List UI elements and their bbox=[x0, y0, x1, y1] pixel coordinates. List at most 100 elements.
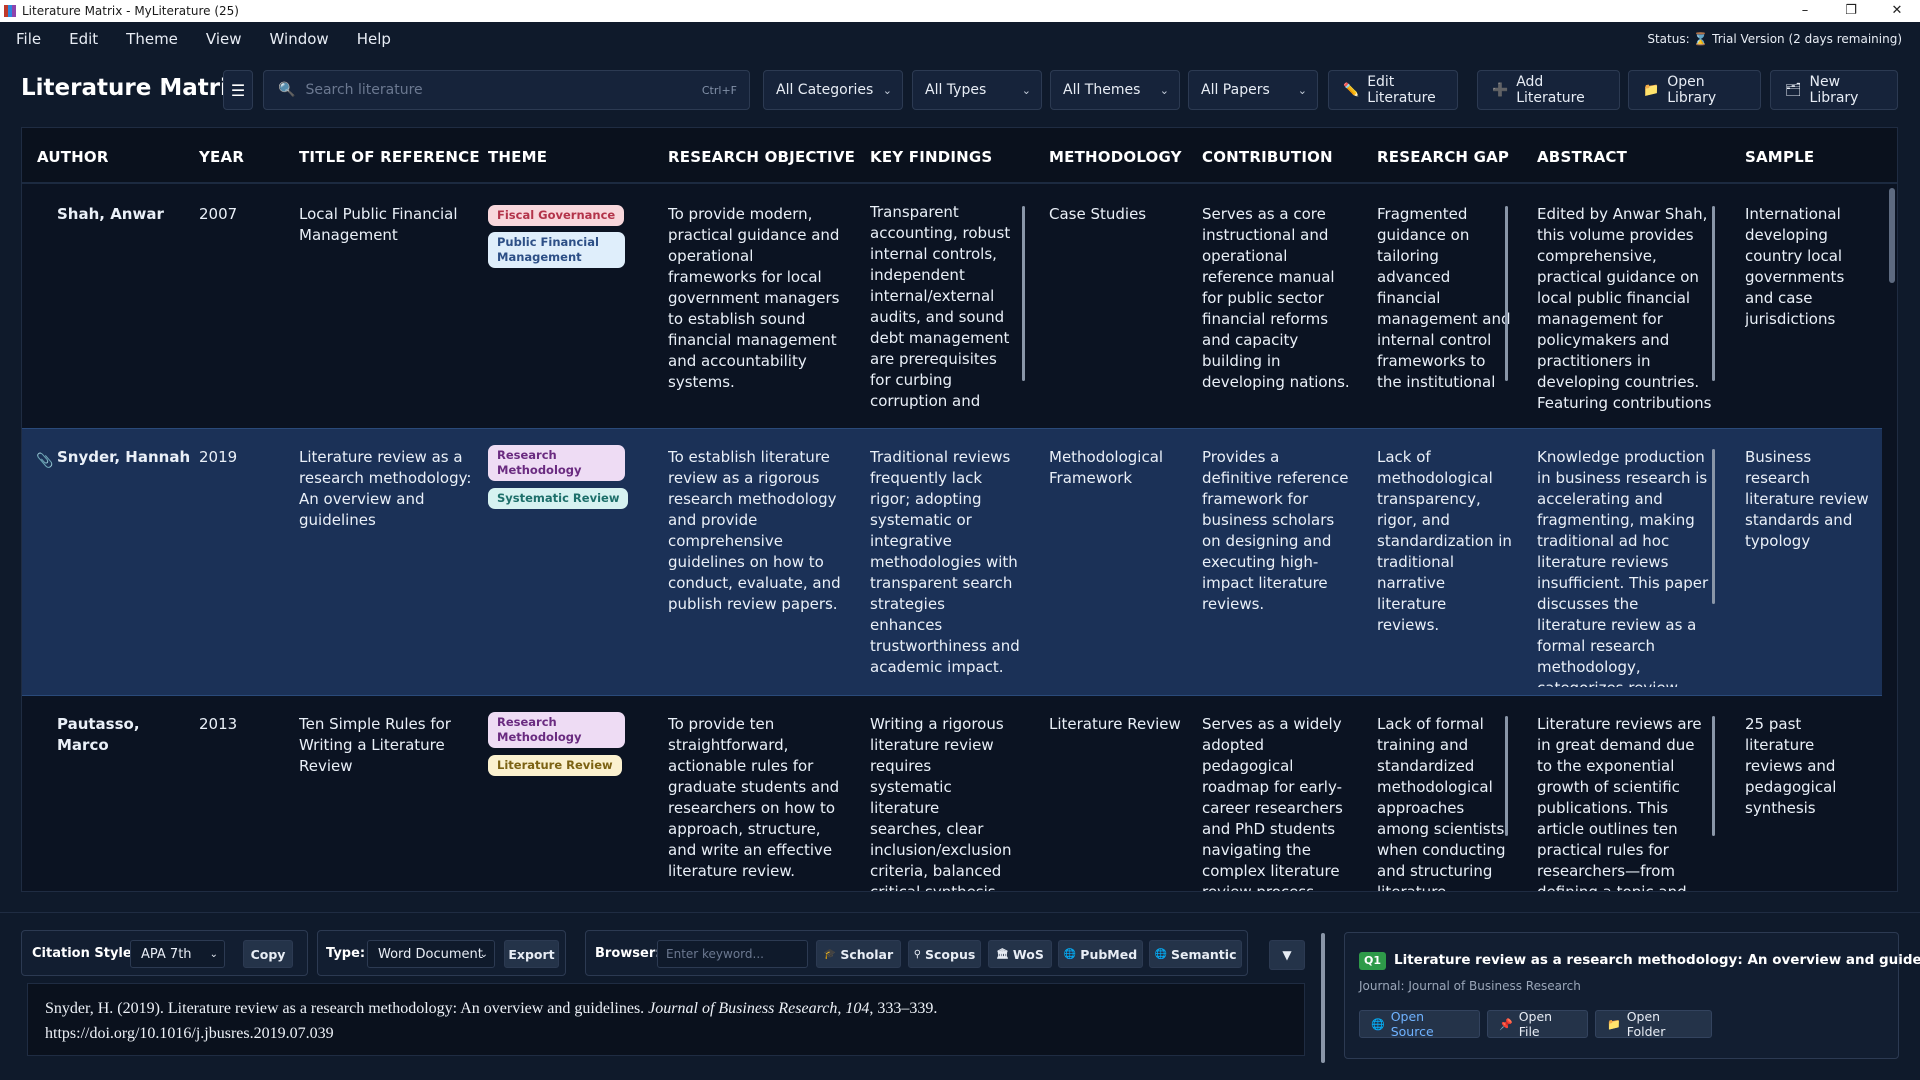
menu-view[interactable]: View bbox=[190, 30, 254, 48]
theme-tag[interactable]: Fiscal Governance bbox=[488, 205, 625, 226]
semantic-label: Semantic bbox=[1170, 946, 1237, 962]
row-methodology: Case Studies bbox=[1049, 205, 1147, 223]
minimize-button[interactable]: – bbox=[1782, 0, 1828, 22]
export-type-select[interactable]: Word Document ⌄ bbox=[367, 940, 495, 968]
add-literature-button[interactable]: ➕ Add Literature bbox=[1477, 70, 1620, 110]
quartile-badge: Q1 bbox=[1359, 952, 1387, 970]
cell-scrollbar[interactable] bbox=[1712, 206, 1715, 381]
theme-tag[interactable]: Literature Review bbox=[488, 755, 622, 776]
table-header: AUTHOR YEAR TITLE OF REFERENCE THEME RES… bbox=[22, 128, 1897, 184]
column-year[interactable]: YEAR bbox=[199, 148, 244, 166]
triangle-down-icon: ▼ bbox=[1282, 948, 1292, 962]
search-input[interactable] bbox=[305, 82, 696, 98]
column-sample[interactable]: SAMPLE bbox=[1745, 148, 1814, 166]
cell-scrollbar[interactable] bbox=[1505, 716, 1508, 836]
table-row[interactable]: Pautasso, Marco 2013 Ten Simple Rules fo… bbox=[22, 696, 1882, 892]
chevron-down-icon: ⌄ bbox=[1159, 83, 1169, 97]
column-author[interactable]: AUTHOR bbox=[37, 148, 109, 166]
semantic-button[interactable]: 🌐 Semantic bbox=[1149, 940, 1242, 968]
table-row[interactable]: Shah, Anwar 2007 Local Public Financial … bbox=[22, 186, 1882, 429]
scopus-button[interactable]: ⚲ Scopus bbox=[908, 940, 981, 968]
row-findings: Transparent accounting, robust internal … bbox=[870, 203, 1011, 410]
trial-status: Status: ⌛ Trial Version (2 days remainin… bbox=[1647, 31, 1902, 46]
menu-help[interactable]: Help bbox=[341, 30, 403, 48]
row-author: Snyder, Hannah bbox=[57, 448, 191, 466]
row-year: 2007 bbox=[199, 205, 238, 223]
citation-style-select[interactable]: APA 7th ⌄ bbox=[130, 940, 225, 968]
panel-splitter[interactable] bbox=[1321, 933, 1325, 1063]
open-folder-button[interactable]: 📁 Open Folder bbox=[1595, 1009, 1712, 1039]
export-type-value: Word Document bbox=[378, 946, 483, 962]
row-findings: Traditional reviews frequently lack rigo… bbox=[870, 448, 1020, 676]
pubmed-button[interactable]: 🌐 PubMed bbox=[1058, 940, 1143, 968]
close-button[interactable]: ✕ bbox=[1874, 0, 1920, 22]
chevron-down-icon: ⌄ bbox=[1021, 83, 1031, 97]
pencil-icon: ✏️ bbox=[1343, 82, 1360, 98]
maximize-button[interactable]: ❐ bbox=[1828, 0, 1874, 22]
pubmed-label: PubMed bbox=[1080, 946, 1138, 962]
column-research-gap[interactable]: RESEARCH GAP bbox=[1377, 148, 1509, 166]
row-research-gap: Lack of formal training and standardized… bbox=[1377, 715, 1506, 892]
browser-group: Browser: Enter keyword... 🎓 Scholar ⚲ Scop… bbox=[585, 930, 1248, 976]
category-filter-value: All Categories bbox=[776, 82, 874, 98]
type-filter-value: All Types bbox=[925, 82, 987, 98]
theme-tag[interactable]: Research Methodology bbox=[488, 712, 625, 748]
theme-tag[interactable]: Research Methodology bbox=[488, 445, 625, 481]
bottom-panel: Citation Style: APA 7th ⌄ Copy Type: Wor… bbox=[0, 912, 1920, 1080]
column-methodology[interactable]: METHODOLOGY bbox=[1049, 148, 1182, 166]
folder-icon: 📁 bbox=[1607, 1017, 1621, 1031]
new-library-button[interactable]: 🗂 New Library bbox=[1770, 70, 1898, 110]
row-abstract: Literature reviews are in great demand d… bbox=[1537, 715, 1702, 892]
cell-scrollbar[interactable] bbox=[1712, 449, 1715, 604]
theme-filter[interactable]: All Themes ⌄ bbox=[1050, 70, 1180, 110]
cell-scrollbar[interactable] bbox=[1505, 206, 1508, 381]
menu-theme[interactable]: Theme bbox=[110, 30, 190, 48]
table-scrollbar[interactable] bbox=[1889, 188, 1895, 283]
menu-window[interactable]: Window bbox=[254, 30, 341, 48]
type-filter[interactable]: All Types ⌄ bbox=[912, 70, 1042, 110]
wos-button[interactable]: 🏛 WoS bbox=[988, 940, 1052, 968]
window-controls: – ❐ ✕ bbox=[1782, 0, 1920, 22]
column-contribution[interactable]: CONTRIBUTION bbox=[1202, 148, 1333, 166]
collapse-panel-button[interactable]: ▼ bbox=[1269, 940, 1305, 970]
cell-scrollbar[interactable] bbox=[1022, 206, 1025, 381]
row-sample: 25 past literature reviews and pedagogic… bbox=[1745, 715, 1837, 817]
row-sample: Business research literature review stan… bbox=[1745, 448, 1869, 550]
column-title[interactable]: TITLE OF REFERENCE bbox=[299, 148, 480, 166]
open-file-button[interactable]: 📌 Open File bbox=[1487, 1009, 1588, 1039]
browser-keyword-input[interactable]: Enter keyword... bbox=[657, 940, 808, 968]
hamburger-menu-button[interactable]: ☰ bbox=[223, 70, 253, 110]
scholar-button[interactable]: 🎓 Scholar bbox=[816, 940, 901, 968]
table-row-selected[interactable]: 📎 Snyder, Hannah 2019 Literature review … bbox=[22, 429, 1882, 696]
folder-icon: 📁 bbox=[1643, 82, 1660, 98]
column-research-objective[interactable]: RESEARCH OBJECTIVE bbox=[668, 148, 855, 166]
open-source-button[interactable]: 🌐 Open Source bbox=[1359, 1009, 1480, 1039]
export-button[interactable]: Export bbox=[504, 940, 559, 968]
new-library-label: New Library bbox=[1809, 74, 1859, 106]
citation-pages: , 333–339. bbox=[869, 1000, 938, 1017]
row-title: Ten Simple Rules for Writing a Literatur… bbox=[299, 715, 451, 775]
row-methodology: Methodological Framework bbox=[1049, 448, 1164, 487]
row-year: 2019 bbox=[199, 448, 238, 466]
citation-doi: https://doi.org/10.1016/j.jbusres.2019.0… bbox=[45, 1025, 334, 1042]
copy-citation-button[interactable]: Copy bbox=[243, 940, 293, 968]
column-theme[interactable]: THEME bbox=[488, 148, 547, 166]
theme-tag[interactable]: Systematic Review bbox=[488, 488, 629, 509]
search-box[interactable]: 🔍 Ctrl+F bbox=[263, 70, 750, 110]
selected-paper-title: Literature review as a research methodol… bbox=[1394, 952, 1920, 968]
edit-literature-button[interactable]: ✏️ Edit Literature bbox=[1328, 70, 1458, 110]
theme-filter-value: All Themes bbox=[1063, 82, 1141, 98]
category-filter[interactable]: All Categories ⌄ bbox=[763, 70, 903, 110]
row-contribution: Serves as a widely adopted pedagogical r… bbox=[1202, 715, 1343, 892]
theme-tag[interactable]: Public Financial Management bbox=[488, 232, 625, 268]
column-abstract[interactable]: ABSTRACT bbox=[1537, 148, 1627, 166]
column-key-findings[interactable]: KEY FINDINGS bbox=[870, 148, 992, 166]
open-library-button[interactable]: 📁 Open Library bbox=[1628, 70, 1761, 110]
papers-filter[interactable]: All Papers ⌄ bbox=[1188, 70, 1318, 110]
edit-literature-label: Edit Literature bbox=[1367, 74, 1436, 106]
open-file-label: Open File bbox=[1518, 1009, 1553, 1039]
menu-edit[interactable]: Edit bbox=[53, 30, 110, 48]
cell-scrollbar[interactable] bbox=[1712, 716, 1715, 836]
globe-icon: 🌐 bbox=[1154, 948, 1167, 960]
menu-file[interactable]: File bbox=[0, 30, 53, 48]
